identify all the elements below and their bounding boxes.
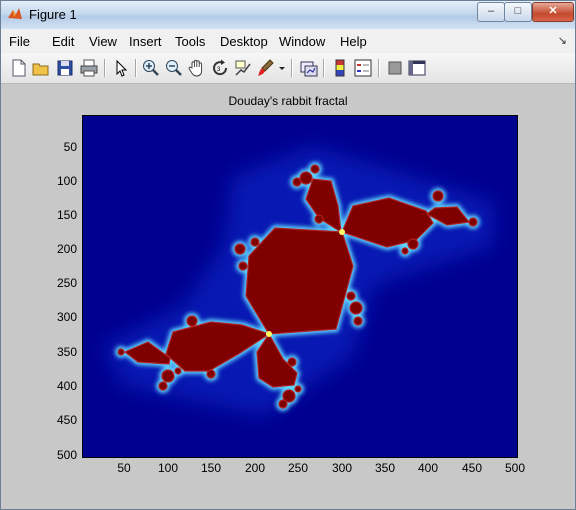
colorbar-icon[interactable]: [330, 58, 350, 78]
maximize-button[interactable]: □: [504, 2, 532, 22]
save-icon[interactable]: [55, 58, 75, 78]
new-figure-icon[interactable]: [9, 58, 29, 78]
toolbar-separator: [135, 59, 137, 77]
x-tick-label: 250: [287, 461, 309, 475]
fractal-image: [83, 116, 517, 457]
zoom-in-icon[interactable]: [141, 58, 161, 78]
x-tick-label: 350: [374, 461, 396, 475]
menu-view[interactable]: View: [89, 34, 117, 49]
minimize-button[interactable]: –: [477, 2, 505, 22]
close-button[interactable]: ✕: [532, 2, 574, 22]
menu-tools[interactable]: Tools: [175, 34, 205, 49]
toolbar-separator: [291, 59, 293, 77]
toolbar-separator: [104, 59, 106, 77]
figure-toolbar: 3: [1, 53, 575, 84]
y-tick-label: 250: [56, 276, 77, 290]
fractal-junction: [266, 331, 272, 337]
y-tick-label: 150: [56, 208, 77, 222]
y-tick-label: 500: [56, 448, 77, 462]
y-tick-label: 350: [56, 345, 77, 359]
zoom-out-icon[interactable]: [164, 58, 184, 78]
y-tick-label: 400: [56, 379, 77, 393]
y-tick-label: 50: [63, 140, 77, 154]
toolbar-separator: [323, 59, 325, 77]
menu-window[interactable]: Window: [279, 34, 325, 49]
fractal-junction: [339, 229, 345, 235]
pan-hand-icon[interactable]: [187, 58, 207, 78]
menu-bar: File Edit View Insert Tools Desktop Wind…: [1, 29, 575, 53]
toolbar-separator: [378, 59, 380, 77]
x-tick-label: 400: [417, 461, 439, 475]
menu-insert[interactable]: Insert: [129, 34, 162, 49]
brush-dropdown-icon[interactable]: [277, 58, 287, 78]
menu-desktop[interactable]: Desktop: [220, 34, 268, 49]
brush-icon[interactable]: [256, 58, 276, 78]
x-tick-label: 300: [331, 461, 353, 475]
menu-edit[interactable]: Edit: [52, 34, 74, 49]
show-plot-tools-icon[interactable]: [407, 58, 427, 78]
x-tick-label: 150: [200, 461, 222, 475]
menu-help[interactable]: Help: [340, 34, 367, 49]
x-tick-label: 200: [244, 461, 266, 475]
hide-plot-tools-icon[interactable]: [385, 58, 405, 78]
matlab-logo-icon: [8, 8, 22, 19]
link-plot-icon[interactable]: [299, 58, 319, 78]
x-tick-label: 450: [461, 461, 483, 475]
rotate-3d-icon[interactable]: 3: [210, 58, 230, 78]
plot-title: Douday's rabbit fractal: [228, 94, 348, 108]
menu-file[interactable]: File: [9, 34, 30, 49]
pointer-icon[interactable]: [111, 58, 131, 78]
data-cursor-icon[interactable]: [233, 58, 253, 78]
svg-text:3: 3: [217, 67, 221, 73]
dock-arrow-icon[interactable]: ↘: [558, 34, 567, 47]
figure-window: Figure 1 – □ ✕ File Edit View Insert Too…: [0, 0, 576, 510]
y-tick-label: 300: [56, 310, 77, 324]
legend-icon[interactable]: [353, 58, 373, 78]
y-tick-label: 100: [56, 174, 77, 188]
plot-axes[interactable]: [82, 115, 518, 458]
open-file-icon[interactable]: [31, 58, 51, 78]
print-icon[interactable]: [79, 58, 99, 78]
y-tick-label: 200: [56, 242, 77, 256]
x-tick-label: 50: [117, 461, 131, 475]
window-title: Figure 1: [29, 7, 77, 22]
y-tick-label: 450: [56, 413, 77, 427]
x-tick-label: 500: [504, 461, 526, 475]
title-bar[interactable]: Figure 1 – □ ✕: [1, 1, 575, 29]
x-tick-label: 100: [157, 461, 179, 475]
